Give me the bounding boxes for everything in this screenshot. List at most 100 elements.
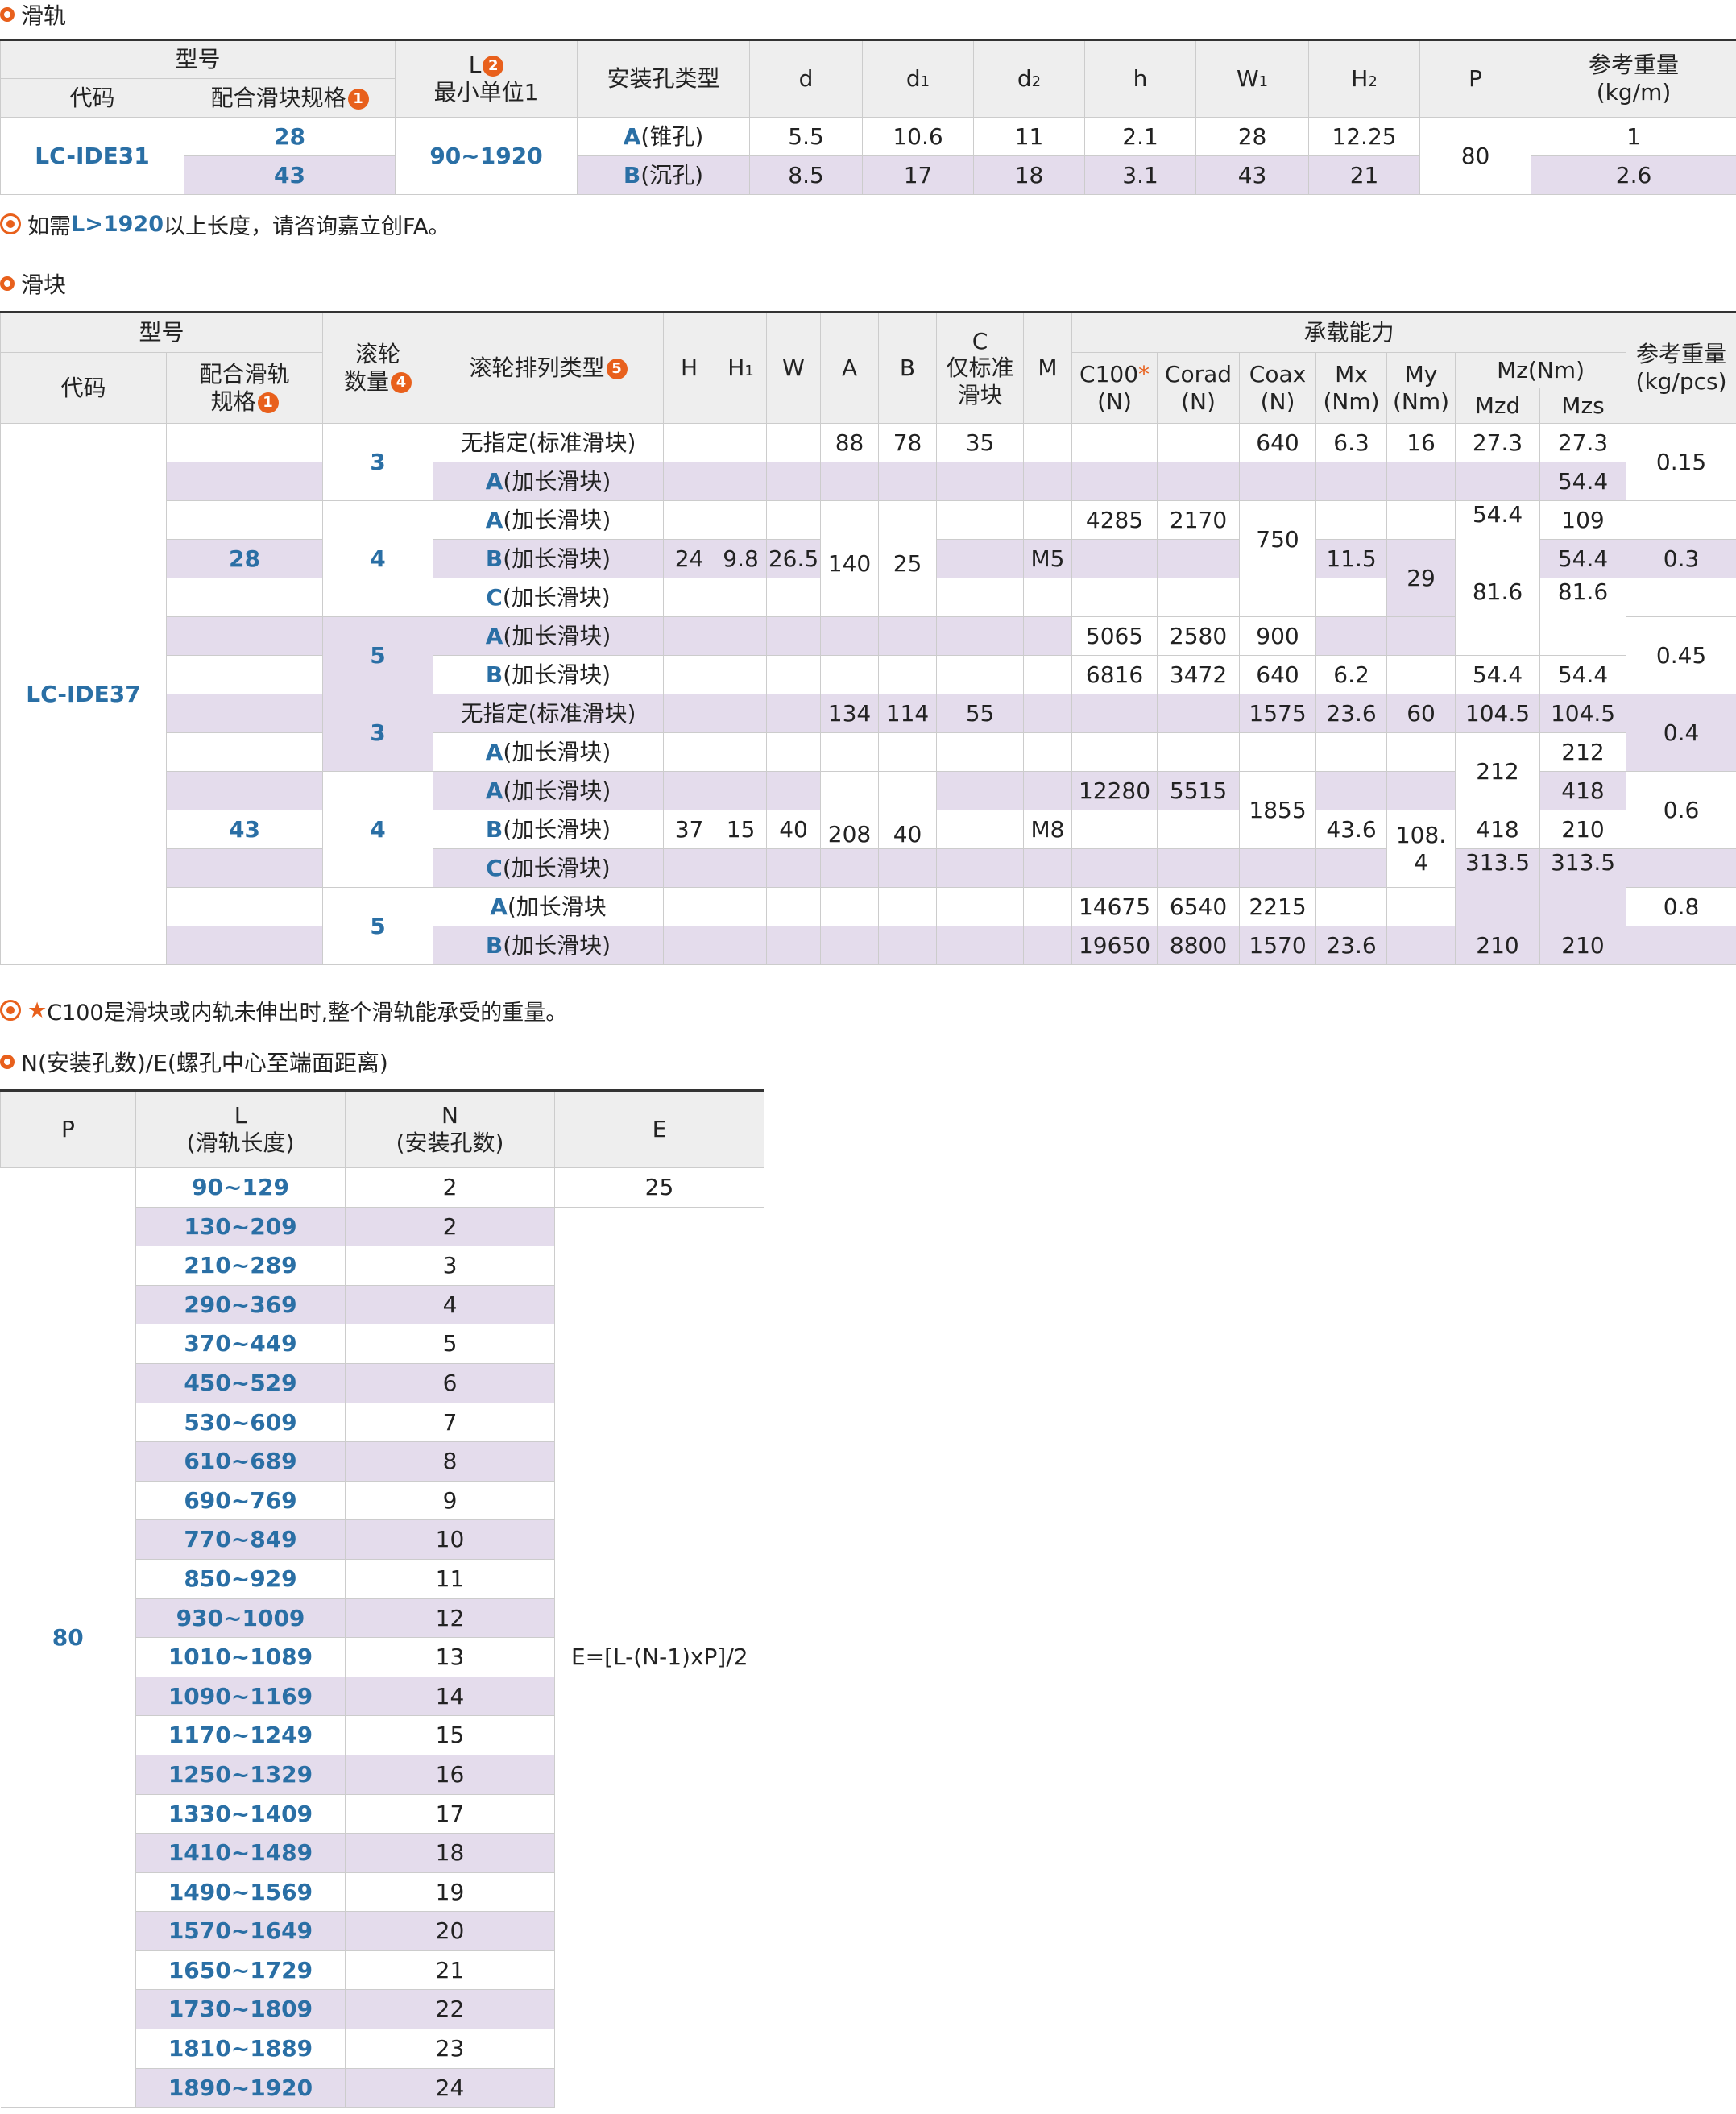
- block-43-rollers-5: 5: [322, 887, 434, 965]
- block-28-r56-mzd: 81.6: [1455, 578, 1541, 656]
- ne-N-count: 24: [345, 2067, 555, 2108]
- block-43-r6-arr: A(加长滑块: [433, 887, 665, 926]
- block-header-weight: 参考重量 (kg/pcs): [1626, 311, 1736, 424]
- block-header-c100: C100* (N): [1071, 352, 1158, 424]
- block-28-M: M5: [1023, 539, 1073, 578]
- block-28-r1-mzs: 27.3: [1539, 423, 1627, 462]
- ne-header-P: P: [0, 1089, 136, 1168]
- block-header-A: A: [820, 311, 880, 424]
- block-43-r12-weight: 0.4: [1626, 694, 1736, 772]
- block-43-r6-c100: 14675: [1071, 887, 1158, 926]
- block-28-r3-arr: A(加长滑块): [433, 500, 665, 540]
- block-43-r4-arr: B(加长滑块): [433, 810, 665, 849]
- block-spec-43: 43: [165, 810, 324, 849]
- rail-header-P: P: [1419, 39, 1532, 118]
- ne-L-range: 1250~1329: [135, 1754, 346, 1795]
- ne-N-count: 4: [345, 1284, 555, 1325]
- block-28-r345-my: 29: [1386, 539, 1456, 617]
- ne-E-first: 25: [554, 1167, 764, 1208]
- block-header-H1: H1: [715, 311, 768, 424]
- badge-1-icon: 1: [347, 88, 369, 110]
- rail-code: LC-IDE31: [0, 117, 184, 195]
- ne-N-count: 22: [345, 1989, 555, 2030]
- block-header-W: W: [766, 311, 822, 424]
- block-43-r2-arr: A(加长滑块): [433, 732, 665, 772]
- ne-N-count: 5: [345, 1324, 555, 1364]
- rail-d-28: 5.5: [749, 117, 864, 156]
- block-28-r1-my: 16: [1386, 423, 1456, 462]
- ne-N-count: 15: [345, 1715, 555, 1755]
- rail-table: 型号 L2 最小单位1 安装孔类型 d d1 d2 h W1 H2 P 参考重量…: [0, 39, 1736, 195]
- ne-L-range: 1330~1409: [135, 1793, 346, 1834]
- block-28-rollers-3: 3: [322, 423, 434, 501]
- rail-d1-28: 10.6: [862, 117, 975, 156]
- block-43-W: 40: [766, 810, 822, 849]
- ne-N-count: 3: [345, 1246, 555, 1286]
- rail-hole-B: B(沉孔): [577, 155, 751, 195]
- ne-heading-text: N(安装孔数)/E(螺孔中心至端面距离): [21, 1050, 388, 1076]
- rail-d-43: 8.5: [749, 155, 864, 195]
- block-header-mz: Mz(Nm): [1455, 352, 1627, 388]
- block-28-r345-mx: 11.5: [1315, 539, 1388, 578]
- block-43-rollers-3: 3: [322, 694, 434, 772]
- rail-d2-43: 18: [973, 155, 1086, 195]
- block-28-r345-c100: 4285: [1071, 500, 1158, 540]
- ne-N-count: 18: [345, 1833, 555, 1873]
- ne-N-count: 17: [345, 1793, 555, 1834]
- ne-N-count: 12: [345, 1598, 555, 1639]
- ne-N-count: 2: [345, 1167, 555, 1208]
- block-28-r6-c100: 5065: [1071, 616, 1158, 656]
- block-28-r1-A: 88: [820, 423, 880, 462]
- rail-header-spec: 配合滑块规格 1: [183, 78, 396, 118]
- block-28-r4-arr: B(加长滑块): [433, 539, 665, 578]
- block-43-r7-arr: B(加长滑块): [433, 926, 665, 965]
- block-28-H: 24: [663, 539, 716, 578]
- block-28-r7-mzs: 54.4: [1539, 655, 1627, 694]
- block-header-B: B: [878, 311, 938, 424]
- block-43-r5-arr: C(加长滑块): [433, 848, 665, 888]
- block-28-r1-weight: 0.15: [1626, 423, 1736, 501]
- block-43-r6-corad: 6540: [1157, 887, 1241, 926]
- ne-L-range: 850~929: [135, 1558, 346, 1599]
- block-43-r3-mzs: 418: [1539, 771, 1627, 810]
- block-43-r3-arr: A(加长滑块): [433, 771, 665, 810]
- block-header-C: C 仅标准 滑块: [936, 311, 1025, 424]
- ne-E-formula: E=[L-(N-1)xP]/2: [554, 1206, 764, 2108]
- ne-L-range: 1170~1249: [135, 1715, 346, 1755]
- rail-header-d2: d2: [973, 39, 1086, 118]
- block-43-rollers-4: 4: [322, 771, 434, 888]
- ne-L-range: 1570~1649: [135, 1911, 346, 1951]
- ne-table: P L (滑轨长度) N (安装孔数) E 80 90~129 2 25 130~209 2 E…: [0, 1089, 764, 2108]
- ne-section-heading: N(安装孔数)/E(螺孔中心至端面距离): [0, 1047, 388, 1076]
- rail-note: 如需 L>1920 以上长度，请咨询嘉立创FA。: [0, 209, 450, 239]
- block-28-r67-weight: 0.45: [1626, 616, 1736, 694]
- rail-P: 80: [1419, 117, 1532, 195]
- rail-d2-28: 11: [973, 117, 1086, 156]
- block-28-r7-c100: 6816: [1071, 655, 1158, 694]
- rail-W1-28: 28: [1195, 117, 1310, 156]
- block-code: LC-IDE37: [0, 423, 167, 965]
- block-28-r2-arr: A(加长滑块): [433, 462, 665, 501]
- block-43-r345-A: 208: [820, 771, 880, 849]
- badge-1-icon: 1: [257, 392, 279, 413]
- ne-L-range: 450~529: [135, 1362, 346, 1403]
- block-28-H1: 9.8: [715, 539, 768, 578]
- block-header-load: 承载能力: [1071, 311, 1627, 353]
- block-arr-standard: 无指定(标准滑块): [433, 423, 665, 462]
- block-28-r4-mzs: 54.4: [1539, 539, 1627, 578]
- ne-L-range: 210~289: [135, 1246, 346, 1286]
- block-28-r6-coax: 900: [1239, 616, 1317, 656]
- block-header-mzd: Mzd: [1455, 388, 1541, 424]
- circle-bullet-icon: [0, 1055, 15, 1069]
- rail-h-28: 2.1: [1084, 117, 1197, 156]
- ne-L-range: 1090~1169: [135, 1676, 346, 1717]
- block-28-W: 26.5: [766, 539, 822, 578]
- block-43-M: M8: [1023, 810, 1073, 849]
- ne-L-range: 130~209: [135, 1206, 346, 1247]
- block-43-r23-mzd: 212: [1455, 732, 1541, 810]
- ne-L-range: 930~1009: [135, 1598, 346, 1639]
- block-43-r1-my: 60: [1386, 694, 1456, 733]
- ne-L-range: 530~609: [135, 1402, 346, 1443]
- block-43-r1-mzs: 104.5: [1539, 694, 1627, 733]
- block-header-coax: Coax (N): [1239, 352, 1317, 424]
